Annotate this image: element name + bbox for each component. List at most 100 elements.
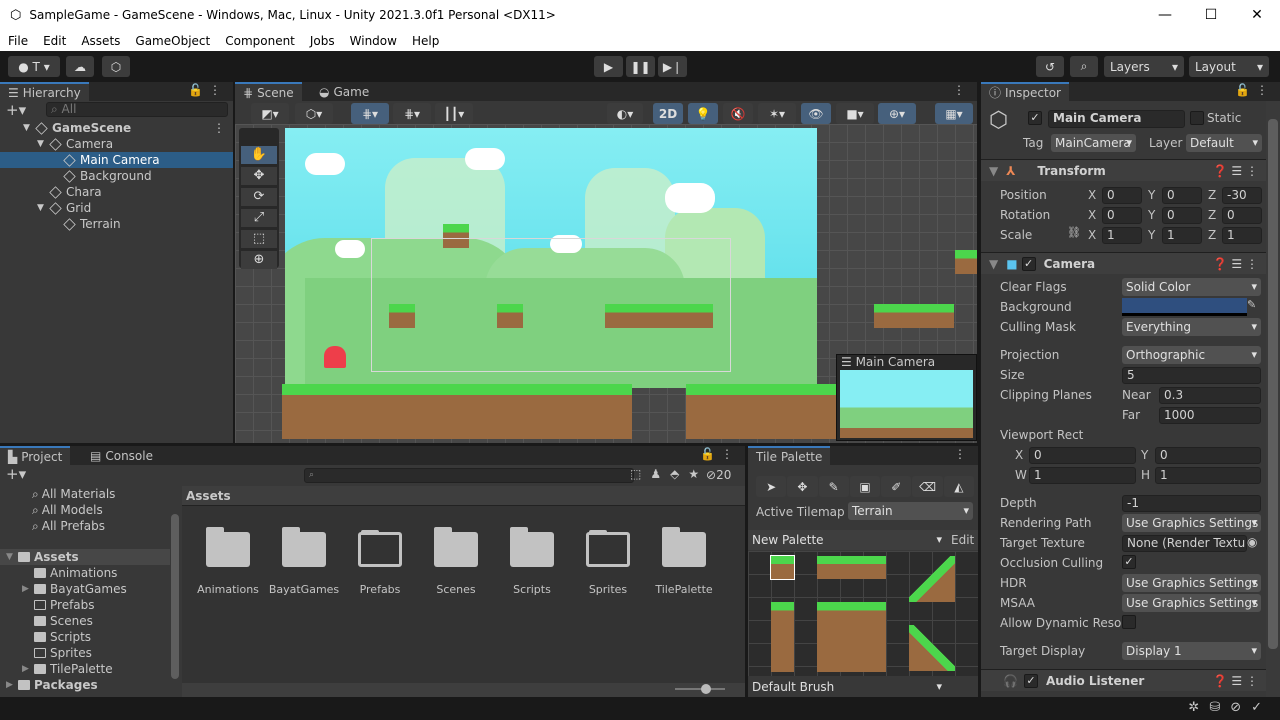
chara-sprite[interactable] [324, 346, 346, 368]
move-tool-icon[interactable]: ✥ [787, 476, 818, 497]
tile[interactable] [817, 556, 886, 579]
hierarchy-item[interactable]: Terrain [0, 216, 233, 232]
fill-bucket-icon[interactable]: ◭ [943, 476, 974, 497]
tab-hierarchy[interactable]: ☰ Hierarchy [0, 82, 89, 101]
asset-folder[interactable] [431, 527, 481, 568]
target-display-dropdown[interactable]: Display 1 [1122, 642, 1261, 660]
filter-icons[interactable]: ⬚♟⬘★ [630, 467, 708, 481]
favorite-item[interactable]: ⌕ All Materials [0, 486, 170, 502]
hidden-objects-icon[interactable]: 👁 [801, 103, 831, 124]
hidden-packages-count[interactable]: ⊘20 [706, 468, 731, 482]
ruler-icon[interactable]: ┃┃▾ [435, 103, 473, 124]
active-tilemap-dropdown[interactable]: Terrain [848, 502, 973, 520]
project-tree-item[interactable]: ▶ BayatGames [0, 581, 170, 597]
viewport-h-input[interactable]: 1 [1155, 467, 1261, 484]
projection-dropdown[interactable]: Orthographic [1122, 346, 1261, 364]
tile[interactable] [909, 556, 955, 602]
project-tree-item[interactable]: Prefabs [0, 597, 170, 613]
paint-brush-icon[interactable]: ✎ [818, 476, 849, 497]
asset-folder-label[interactable]: Animations [190, 583, 266, 596]
camera-header[interactable]: ▼ ■ ✓ Camera ❓ ☰ ⋮ [981, 252, 1266, 274]
transform-y-input[interactable]: 1 [1162, 227, 1202, 244]
close-button[interactable]: ✕ [1234, 0, 1280, 30]
history-icon[interactable]: ↺ [1036, 56, 1064, 77]
lighting-icon[interactable]: 💡 [688, 103, 718, 124]
transform-header[interactable]: ▼ ⅄ Transform ❓ ☰ ⋮ [981, 159, 1266, 181]
transform-x-input[interactable]: 0 [1102, 207, 1142, 224]
project-tree-item[interactable]: ▶ Packages [0, 677, 170, 693]
tab-game[interactable]: ◒ Game [311, 82, 377, 101]
menu-jobs[interactable]: Jobs [302, 34, 342, 48]
menu-window[interactable]: Window [342, 34, 404, 48]
asset-folder-label[interactable]: Scenes [418, 583, 494, 596]
transform-z-input[interactable]: 1 [1222, 227, 1262, 244]
inspector-scrollbar[interactable] [1266, 101, 1280, 697]
tile[interactable] [771, 602, 794, 672]
size-input[interactable]: 5 [1122, 367, 1261, 384]
transform-x-input[interactable]: 0 [1102, 187, 1142, 204]
icon-size-slider[interactable] [701, 684, 711, 694]
asset-folder[interactable] [659, 527, 709, 568]
2d-toggle-button[interactable]: 2D [653, 103, 683, 124]
expand-arrow-icon[interactable]: ▶ [6, 680, 18, 690]
audio-listener-header[interactable]: 🎧 ✓ Audio Listener ❓ ☰ ⋮ [981, 669, 1266, 691]
occlusion-culling-checkbox[interactable]: ✓ [1122, 555, 1136, 569]
object-name-input[interactable]: Main Camera [1048, 110, 1185, 128]
lock-menu-icon[interactable]: 🔓⋮ [700, 447, 739, 461]
rendering-path-dropdown[interactable]: Use Graphics Settings [1122, 514, 1261, 532]
asset-folder[interactable] [507, 527, 557, 568]
allow-dynamic-resolution-checkbox[interactable] [1122, 615, 1136, 629]
tab-project[interactable]: ▙ Project [0, 446, 71, 465]
hand-tool-icon[interactable]: ✋ [241, 146, 277, 164]
near-input[interactable]: 0.3 [1159, 387, 1261, 404]
layer-dropdown[interactable]: Default [1186, 134, 1262, 152]
asset-folder-label[interactable]: TilePalette [646, 583, 722, 596]
create-icon[interactable]: +▾ [6, 465, 26, 483]
gizmos-icon[interactable]: ⊕▾ [878, 103, 916, 124]
tab-console[interactable]: ▤ Console [82, 446, 161, 465]
more-icon[interactable]: ⋮ [213, 121, 225, 135]
rect-tool-icon[interactable]: ⬚ [241, 230, 277, 248]
menu-gameobject[interactable]: GameObject [127, 34, 217, 48]
select-tool-icon[interactable]: ➤ [756, 476, 787, 497]
viewport-w-input[interactable]: 1 [1029, 467, 1136, 484]
layers-dropdown[interactable]: Layers ▾ [1104, 56, 1184, 77]
panel-menu-icon[interactable]: ⋮ [954, 447, 972, 461]
panel-menu-icon[interactable]: ⋮ [953, 83, 971, 97]
background-color-swatch[interactable] [1122, 298, 1247, 316]
audio-mute-icon[interactable]: 🔇 [723, 103, 753, 124]
lock-menu-icon[interactable]: 🔓⋮ [188, 83, 227, 97]
overlay-icon[interactable]: ▦▾ [935, 103, 973, 124]
asset-folder-label[interactable]: Prefabs [342, 583, 418, 596]
pause-button[interactable]: ❚❚ [626, 56, 655, 77]
project-tree-item[interactable]: Animations [0, 565, 170, 581]
step-button[interactable]: ▶❘ [658, 56, 687, 77]
favorite-item[interactable]: ⌕ All Prefabs [0, 518, 170, 534]
favorite-item[interactable]: ⌕ All Models [0, 502, 170, 518]
project-tree-item[interactable]: Scripts [0, 629, 170, 645]
render-mode-icon[interactable]: ◐▾ [607, 103, 643, 124]
hierarchy-item[interactable]: ▼ Camera [0, 136, 233, 152]
tile-selected[interactable] [770, 555, 795, 580]
box-fill-icon[interactable]: ▣ [849, 476, 881, 497]
scene-viewport[interactable]: ☰ Main Camera [235, 124, 977, 443]
tile[interactable] [909, 625, 955, 671]
transform-z-input[interactable]: -30 [1222, 187, 1262, 204]
asset-folder[interactable] [583, 528, 633, 568]
tile[interactable] [817, 602, 886, 672]
collab-icon[interactable]: ⬡ [102, 56, 130, 77]
transform-z-input[interactable]: 0 [1222, 207, 1262, 224]
component-actions-icon[interactable]: ❓ ☰ ⋮ [1213, 164, 1258, 178]
tag-dropdown[interactable]: MainCamera [1051, 134, 1136, 152]
brush-dropdown[interactable]: Default Brush [748, 678, 946, 696]
transform-tool-icon[interactable]: ⊕ [241, 251, 277, 269]
audio-listener-checkbox[interactable]: ✓ [1023, 673, 1038, 688]
palette-dropdown[interactable]: New Palette [748, 531, 946, 549]
project-search-input[interactable]: ⌕ [304, 468, 634, 483]
target-texture-field[interactable]: None (Render Texture) [1122, 535, 1247, 552]
menu-file[interactable]: File [0, 34, 35, 48]
asset-folder[interactable] [203, 527, 253, 568]
picker-icon[interactable]: ✐ [881, 476, 912, 497]
cloud-icon[interactable]: ☁ [66, 56, 94, 77]
component-actions-icon[interactable]: ❓ ☰ ⋮ [1213, 257, 1258, 271]
